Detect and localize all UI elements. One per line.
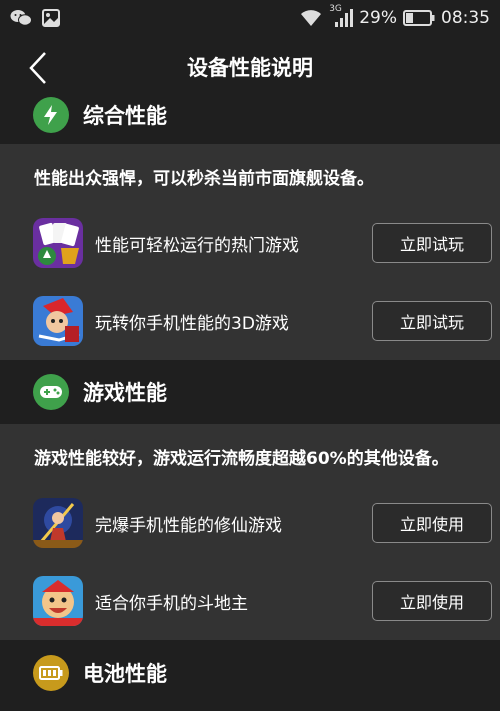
section-title: 综合性能 [83,104,167,128]
try-now-button[interactable]: 立即试玩 [372,301,492,341]
battery-icon [33,654,69,691]
gallery-icon [42,9,60,27]
section-header-battery: 电池性能 [0,640,500,711]
clock: 08:35 [441,8,490,28]
item-label: 玩转你手机性能的3D游戏 [95,313,289,334]
list-item: 玩转你手机性能的3D游戏 立即试玩 [0,282,500,360]
use-now-button[interactable]: 立即使用 [372,503,492,543]
section-header-gaming: 游戏性能 [0,360,500,424]
poker-game-icon[interactable] [33,218,83,268]
section-title: 游戏性能 [83,381,167,405]
gamepad-icon [33,374,69,410]
chevron-left-icon [29,52,46,84]
battery-percent: 29% [359,8,397,28]
page-title: 设备性能说明 [187,56,313,80]
item-label: 完爆手机性能的修仙游戏 [95,515,282,536]
xianxia-game-icon[interactable] [33,498,83,548]
3d-hero-game-icon[interactable] [33,296,83,346]
list-item: 完爆手机性能的修仙游戏 立即使用 [0,484,500,562]
list-item: 性能可轻松运行的热门游戏 立即试玩 [0,204,500,282]
item-label: 性能可轻松运行的热门游戏 [95,235,299,256]
network-type: 3G [329,4,342,14]
title-bar: 设备性能说明 [0,36,500,100]
list-item: 适合你手机的斗地主 立即使用 [0,562,500,640]
signal-icon: 3G [329,4,354,28]
wifi-icon [299,9,323,27]
section-body-gaming: 游戏性能较好，游戏运行流畅度超越60%的其他设备。 完爆手机性能的修仙游戏 立即… [0,424,500,640]
doudizhu-game-icon[interactable] [33,576,83,626]
section-description: 性能出众强悍，可以秒杀当前市面旗舰设备。 [34,169,374,189]
back-button[interactable] [18,48,58,88]
item-label: 适合你手机的斗地主 [95,593,248,614]
use-now-button[interactable]: 立即使用 [372,581,492,621]
battery-status-icon [403,10,435,26]
lightning-icon [33,97,69,133]
section-title: 电池性能 [83,661,167,686]
status-bar: 3G 29% 08:35 [0,0,500,36]
try-now-button[interactable]: 立即试玩 [372,223,492,263]
section-body-overall: 性能出众强悍，可以秒杀当前市面旗舰设备。 性能可轻松运行的热门游戏 立即试玩 玩… [0,144,500,360]
wechat-icon [10,9,32,27]
section-header-overall: 综合性能 [0,97,500,144]
section-description: 游戏性能较好，游戏运行流畅度超越60%的其他设备。 [34,449,449,469]
